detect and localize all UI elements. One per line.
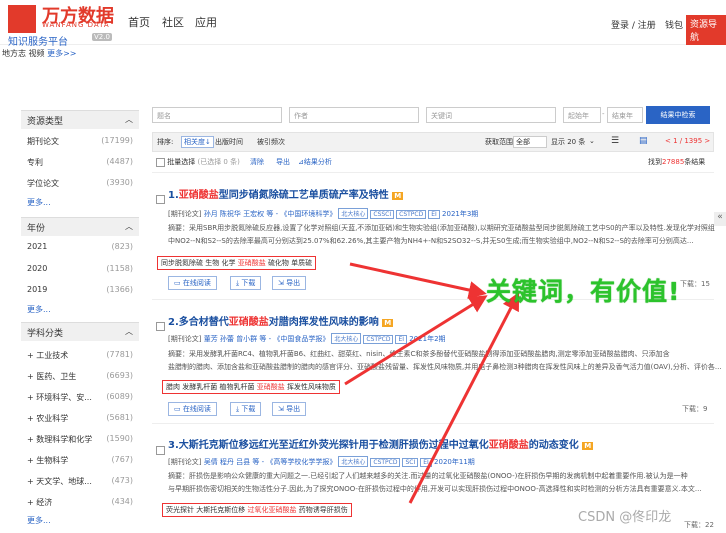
annotation-arrow xyxy=(344,295,488,386)
annotation-text: 关键词，有价值! xyxy=(486,277,681,306)
watermark: CSDN @佟印龙 xyxy=(578,510,672,525)
annotation-arrow xyxy=(408,292,520,504)
annotation-arrow xyxy=(349,262,487,299)
annotation-arrows xyxy=(344,262,520,504)
